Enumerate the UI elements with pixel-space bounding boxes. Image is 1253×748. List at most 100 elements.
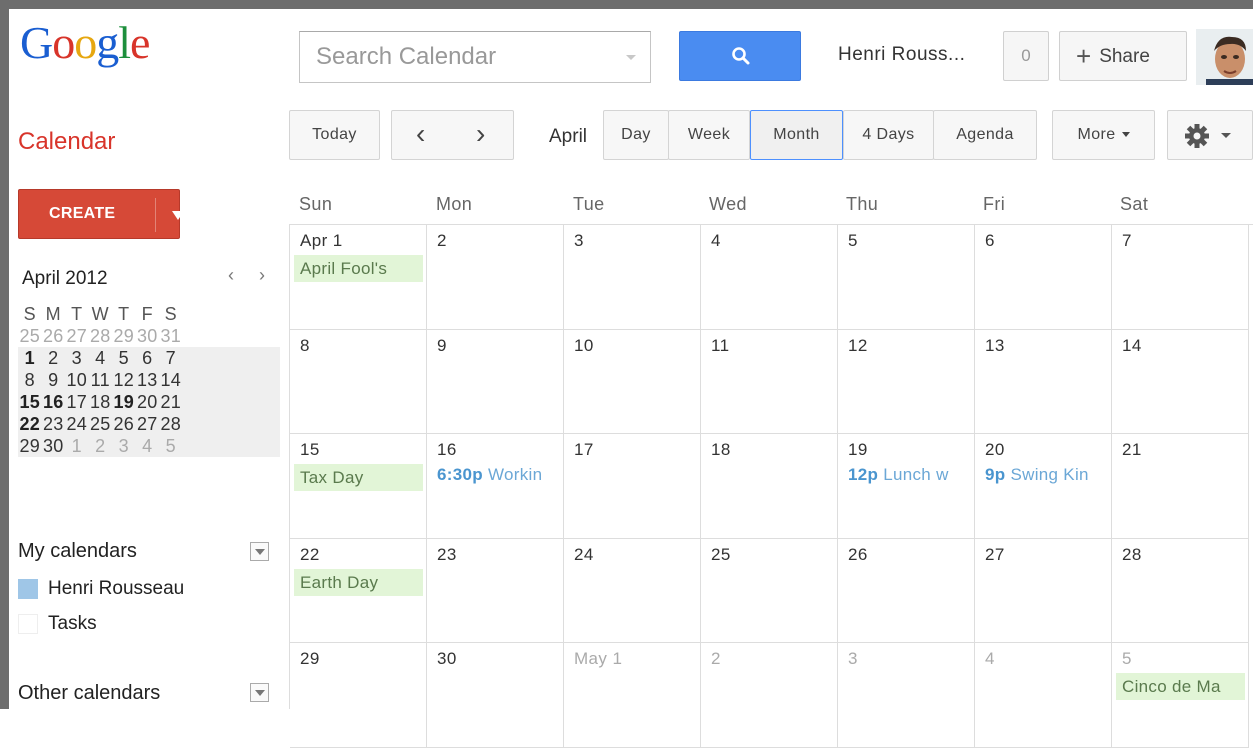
mini-day[interactable]: 25 [18, 325, 42, 347]
day-number[interactable]: 2 [437, 231, 447, 251]
mini-day[interactable]: 5 [159, 435, 183, 457]
my-calendars-header[interactable]: My calendars [18, 540, 137, 563]
settings-button[interactable] [1167, 110, 1253, 160]
mini-day[interactable]: 8 [18, 369, 42, 391]
day-cell[interactable]: May 1 [564, 643, 701, 748]
day-cell[interactable]: 15 Tax Day [290, 434, 427, 539]
mini-prev-month-button[interactable]: ‹ [228, 265, 234, 286]
mini-day[interactable]: 29 [18, 435, 42, 457]
day-cell[interactable]: 9 [427, 329, 564, 434]
chevron-down-icon[interactable] [250, 542, 269, 561]
mini-day[interactable]: 27 [65, 325, 89, 347]
holiday-chip[interactable]: Tax Day [294, 464, 423, 491]
day-cell[interactable]: Apr 1 April Fool's [290, 225, 427, 330]
share-button[interactable]: + Share [1059, 31, 1187, 81]
day-number[interactable]: 13 [985, 336, 1005, 356]
day-number[interactable]: 12 [848, 336, 868, 356]
day-cell[interactable]: 4 [975, 643, 1112, 748]
day-number[interactable]: 3 [574, 231, 584, 251]
day-number[interactable]: 9 [437, 336, 447, 356]
day-number[interactable]: 20 [985, 440, 1005, 460]
calendar-item-tasks[interactable]: Tasks [18, 613, 97, 635]
day-number[interactable]: 4 [711, 231, 721, 251]
day-number[interactable]: 5 [1122, 649, 1132, 669]
mini-day[interactable]: 23 [42, 413, 66, 435]
user-name-link[interactable]: Henri Rouss... [838, 44, 965, 66]
view-4days-button[interactable]: 4 Days [843, 110, 934, 160]
avatar[interactable] [1196, 29, 1253, 85]
mini-next-month-button[interactable]: › [259, 265, 265, 286]
day-number[interactable]: 30 [437, 649, 457, 669]
more-button[interactable]: More [1052, 110, 1155, 160]
day-cell[interactable]: 5 [838, 225, 975, 330]
mini-day[interactable]: 30 [136, 325, 160, 347]
day-number[interactable]: 2 [711, 649, 721, 669]
day-number[interactable]: Apr 1 [300, 231, 343, 251]
event-item[interactable]: 6:30p Workin [437, 465, 562, 485]
day-number[interactable]: 23 [437, 545, 457, 565]
day-number[interactable]: 5 [848, 231, 858, 251]
mini-day[interactable]: 24 [65, 413, 89, 435]
mini-day[interactable]: 2 [89, 435, 113, 457]
mini-day[interactable]: 16 [42, 391, 66, 413]
day-number[interactable]: 28 [1122, 545, 1142, 565]
mini-day[interactable]: 1 [65, 435, 89, 457]
mini-day[interactable]: 14 [159, 369, 183, 391]
holiday-chip[interactable]: April Fool's [294, 255, 423, 282]
create-button[interactable]: CREATE [18, 189, 184, 239]
day-number[interactable]: 25 [711, 545, 731, 565]
day-cell[interactable]: 19 12p Lunch w [838, 434, 975, 539]
chevron-down-icon[interactable] [172, 211, 184, 220]
mini-day[interactable]: 22 [18, 413, 42, 435]
search-input[interactable] [300, 32, 620, 82]
day-number[interactable]: 4 [985, 649, 995, 669]
mini-day[interactable]: 21 [159, 391, 183, 413]
mini-day[interactable]: 25 [89, 413, 113, 435]
mini-day[interactable]: 3 [112, 435, 136, 457]
event-item[interactable]: 12p Lunch w [848, 465, 973, 485]
day-cell[interactable]: 3 [838, 643, 975, 748]
today-button[interactable]: Today [289, 110, 380, 160]
mini-day[interactable]: 20 [136, 391, 160, 413]
day-number[interactable]: 17 [574, 440, 594, 460]
prev-period-button[interactable]: ‹ [416, 118, 426, 150]
mini-day[interactable]: 15 [18, 391, 42, 413]
mini-day[interactable]: 26 [112, 413, 136, 435]
next-period-button[interactable]: › [476, 118, 486, 150]
day-number[interactable]: 10 [574, 336, 594, 356]
day-cell[interactable]: 12 [838, 329, 975, 434]
mini-day[interactable]: 29 [112, 325, 136, 347]
mini-day[interactable]: 17 [65, 391, 89, 413]
event-item[interactable]: 9p Swing Kin [985, 465, 1110, 485]
mini-day[interactable]: 31 [159, 325, 183, 347]
day-cell[interactable]: 11 [701, 329, 838, 434]
mini-day[interactable]: 4 [89, 347, 113, 369]
google-logo[interactable]: Google [20, 20, 150, 66]
day-cell[interactable]: 10 [564, 329, 701, 434]
mini-day[interactable]: 5 [112, 347, 136, 369]
mini-day[interactable]: 6 [136, 347, 160, 369]
day-number[interactable]: 29 [300, 649, 320, 669]
mini-day[interactable]: 28 [159, 413, 183, 435]
other-calendars-header[interactable]: Other calendars [18, 682, 160, 705]
day-cell[interactable]: 8 [290, 329, 427, 434]
day-cell[interactable]: 29 [290, 643, 427, 748]
day-number[interactable]: 27 [985, 545, 1005, 565]
day-number[interactable]: 16 [437, 440, 457, 460]
mini-day[interactable]: 3 [65, 347, 89, 369]
day-cell[interactable]: 26 [838, 538, 975, 643]
day-cell[interactable]: 30 [427, 643, 564, 748]
mini-day[interactable]: 10 [65, 369, 89, 391]
day-cell[interactable]: 6 [975, 225, 1112, 330]
chevron-down-icon[interactable] [626, 55, 636, 60]
day-number[interactable]: 15 [300, 440, 320, 460]
day-cell[interactable]: 20 9p Swing Kin [975, 434, 1112, 539]
calendar-color-swatch[interactable] [18, 614, 38, 634]
search-box[interactable] [299, 31, 651, 83]
day-cell[interactable]: 2 [427, 225, 564, 330]
day-number[interactable]: 21 [1122, 440, 1142, 460]
mini-day[interactable]: 30 [42, 435, 66, 457]
day-cell[interactable]: 18 [701, 434, 838, 539]
day-number[interactable]: 8 [300, 336, 310, 356]
day-number[interactable]: 22 [300, 545, 320, 565]
